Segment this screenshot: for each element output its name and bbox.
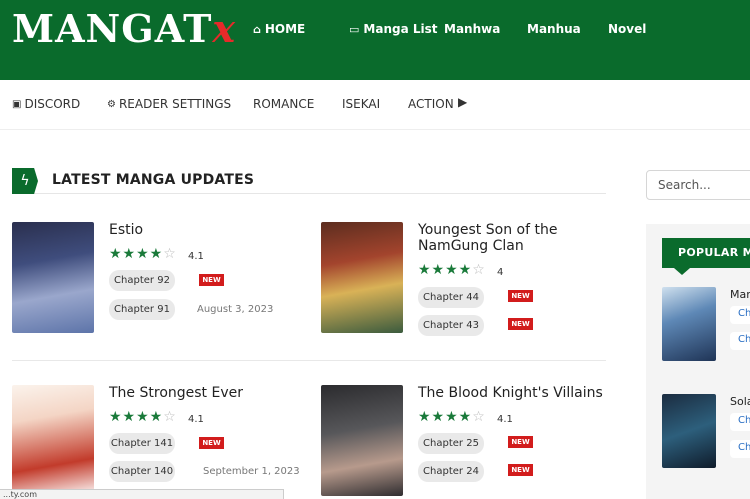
star-rating-icon: ★★★★☆ bbox=[418, 409, 486, 425]
new-badge: NEW bbox=[199, 437, 224, 449]
popular-chapter[interactable]: Ch bbox=[730, 306, 750, 324]
nav-novel[interactable]: Novel bbox=[608, 20, 646, 38]
home-icon: ⌂ bbox=[253, 22, 261, 36]
rating-value: 4.1 bbox=[188, 414, 204, 425]
top-header: MANGATx ⌂ HOME ▭ Manga List Manhwa Manhu… bbox=[0, 0, 750, 80]
subnav-romance[interactable]: ROMANCE bbox=[253, 97, 314, 111]
new-badge: NEW bbox=[199, 274, 224, 286]
section-title: LATEST MANGA UPDATES bbox=[52, 172, 255, 188]
nav-manhwa-label: Manhwa bbox=[444, 22, 501, 36]
new-badge: NEW bbox=[508, 318, 533, 330]
site-logo[interactable]: MANGATx bbox=[12, 6, 236, 51]
manga-title[interactable]: The Blood Knight's Villains bbox=[418, 385, 608, 401]
subnav-action-label: ACTION bbox=[408, 97, 454, 111]
nav-manhwa[interactable]: Manhwa bbox=[444, 20, 527, 38]
popular-title[interactable]: Sola bbox=[730, 395, 750, 408]
update-date: August 3, 2023 bbox=[197, 304, 274, 315]
chapter-button[interactable]: Chapter 24 bbox=[418, 461, 484, 482]
manga-title[interactable]: The Strongest Ever bbox=[109, 385, 299, 401]
manga-cover[interactable] bbox=[12, 385, 94, 496]
section-header: ϟ LATEST MANGA UPDATES bbox=[12, 168, 606, 194]
subnav-reader-settings[interactable]: ⚙ READER SETTINGS bbox=[107, 97, 231, 111]
new-badge: NEW bbox=[508, 436, 533, 448]
nav-manga-list[interactable]: ▭ Manga List bbox=[349, 20, 444, 38]
nav-home-label: HOME bbox=[264, 22, 306, 36]
category-bar: ▣ DISCORD ⚙ READER SETTINGS ROMANCE ISEK… bbox=[0, 80, 750, 130]
chapter-button[interactable]: Chapter 91 bbox=[109, 299, 175, 320]
manga-cover[interactable] bbox=[12, 222, 94, 333]
subnav-action[interactable]: ACTION bbox=[408, 97, 454, 111]
popular-title[interactable]: Mar bbox=[730, 288, 750, 301]
manga-card: Estio ★★★★☆ 4.1 Chapter 92 NEW Chapter 9… bbox=[12, 222, 302, 352]
row-divider bbox=[12, 360, 606, 361]
nav-manga-list-label: Manga List bbox=[363, 22, 438, 36]
caret-right-icon[interactable]: ▶ bbox=[458, 95, 467, 109]
manga-card: Youngest Son of the NamGung Clan ★★★★☆ 4… bbox=[321, 222, 611, 352]
popular-chapter[interactable]: Ch bbox=[730, 440, 750, 458]
subnav-discord[interactable]: ▣ DISCORD bbox=[12, 97, 80, 111]
popular-heading: POPULAR MA bbox=[662, 238, 750, 275]
subnav-discord-label: DISCORD bbox=[24, 97, 81, 111]
rating-value: 4 bbox=[497, 267, 504, 278]
rating-value: 4.1 bbox=[497, 414, 513, 425]
gears-icon: ⚙ bbox=[107, 98, 116, 110]
nav-manhua[interactable]: Manhua bbox=[527, 20, 608, 38]
search-input[interactable] bbox=[646, 170, 750, 200]
chapter-button[interactable]: Chapter 140 bbox=[109, 461, 175, 482]
update-date: September 1, 2023 bbox=[203, 466, 300, 477]
nav-home[interactable]: ⌂ HOME bbox=[253, 20, 349, 38]
discord-icon: ▣ bbox=[12, 98, 22, 110]
nav-manhua-label: Manhua bbox=[527, 22, 581, 36]
manga-title[interactable]: Estio bbox=[109, 222, 299, 238]
popular-cover[interactable] bbox=[662, 394, 716, 468]
star-rating-icon: ★★★★☆ bbox=[109, 246, 177, 262]
popular-chapter[interactable]: Ch bbox=[730, 332, 750, 350]
star-rating-icon: ★★★★☆ bbox=[109, 409, 177, 425]
manga-card: The Strongest Ever ★★★★☆ 4.1 Chapter 141… bbox=[12, 385, 302, 499]
manga-title[interactable]: Youngest Son of the NamGung Clan bbox=[418, 222, 608, 254]
link-status-bar: ...ty.com bbox=[0, 489, 284, 499]
nav-novel-label: Novel bbox=[608, 22, 647, 36]
main-nav: ⌂ HOME ▭ Manga List Manhwa Manhua Novel bbox=[253, 20, 646, 38]
logo-text: MANGAT bbox=[12, 6, 213, 51]
chapter-button[interactable]: Chapter 25 bbox=[418, 433, 484, 454]
popular-chapter[interactable]: Ch bbox=[730, 413, 750, 431]
manga-card: The Blood Knight's Villains ★★★★☆ 4.1 Ch… bbox=[321, 385, 611, 499]
popular-cover[interactable] bbox=[662, 287, 716, 361]
manga-cover[interactable] bbox=[321, 385, 403, 496]
subnav-romance-label: ROMANCE bbox=[253, 97, 315, 111]
subnav-reader-settings-label: READER SETTINGS bbox=[118, 97, 232, 111]
chapter-button[interactable]: Chapter 43 bbox=[418, 315, 484, 336]
chapter-button[interactable]: Chapter 92 bbox=[109, 270, 175, 291]
lightning-icon: ϟ bbox=[12, 168, 38, 194]
new-badge: NEW bbox=[508, 290, 533, 302]
folder-icon: ▭ bbox=[349, 22, 360, 36]
star-rating-icon: ★★★★☆ bbox=[418, 262, 486, 278]
subnav-isekai[interactable]: ISEKAI bbox=[342, 97, 380, 111]
chapter-button[interactable]: Chapter 141 bbox=[109, 433, 175, 454]
manga-cover[interactable] bbox=[321, 222, 403, 333]
subnav-isekai-label: ISEKAI bbox=[342, 97, 381, 111]
new-badge: NEW bbox=[508, 464, 533, 476]
logo-x: x bbox=[212, 6, 237, 51]
chapter-button[interactable]: Chapter 44 bbox=[418, 287, 484, 308]
rating-value: 4.1 bbox=[188, 251, 204, 262]
